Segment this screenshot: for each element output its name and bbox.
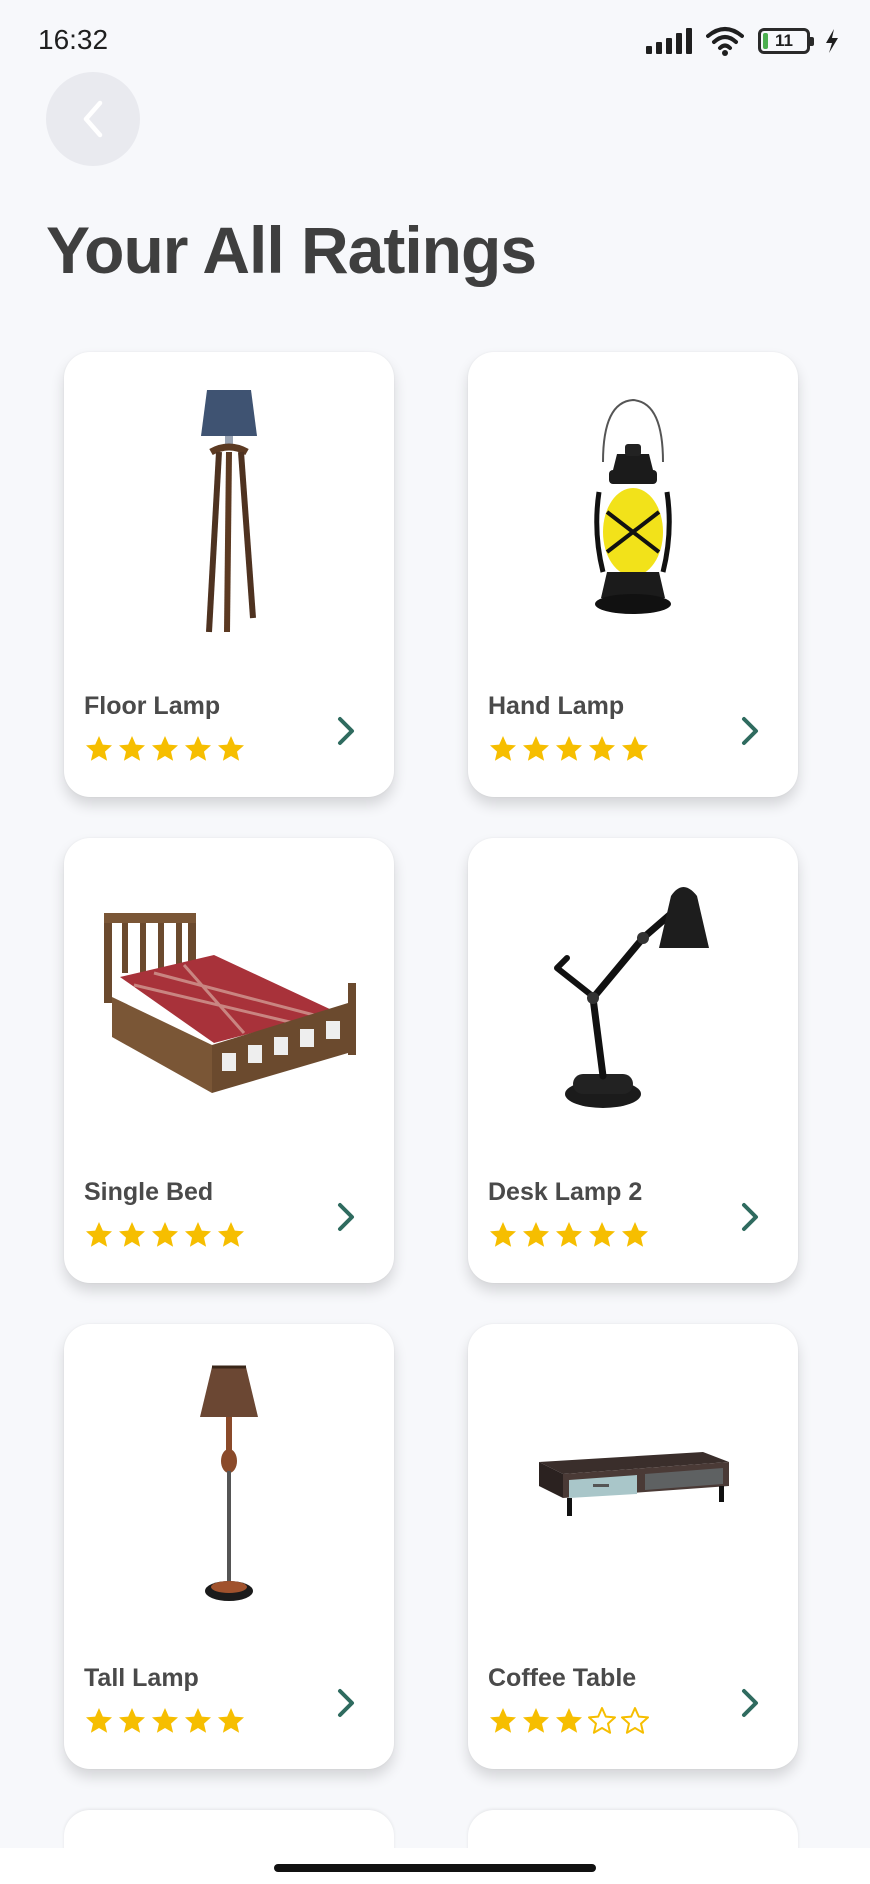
star-filled-icon <box>218 1222 244 1247</box>
star-filled-icon <box>86 1222 112 1247</box>
single-bed-image <box>64 838 394 1158</box>
star-filled-icon <box>86 1708 112 1733</box>
home-indicator[interactable] <box>274 1864 596 1872</box>
star-filled-icon <box>185 1708 211 1733</box>
star-filled-icon <box>490 1222 516 1247</box>
product-card-single-bed[interactable]: Single Bed <box>64 838 394 1283</box>
star-filled-icon <box>218 1708 244 1733</box>
star-filled-icon <box>185 1222 211 1247</box>
star-filled-icon <box>490 1708 516 1733</box>
signal-icon <box>646 28 692 54</box>
desk-lamp-image <box>468 838 798 1158</box>
star-filled-icon <box>86 736 112 761</box>
status-icons: 11 <box>646 24 840 58</box>
charging-icon <box>826 29 838 53</box>
star-filled-icon <box>119 1222 145 1247</box>
chevron-right-icon[interactable] <box>332 1686 360 1720</box>
chevron-right-icon[interactable] <box>736 1686 764 1720</box>
product-card-tall-lamp[interactable]: Tall Lamp <box>64 1324 394 1769</box>
back-button[interactable] <box>46 72 140 166</box>
star-empty-icon <box>621 1707 649 1734</box>
star-filled-icon <box>119 736 145 761</box>
floor-lamp-image <box>64 352 394 672</box>
status-time: 16:32 <box>38 24 109 55</box>
star-filled-icon <box>152 736 178 761</box>
product-name: Coffee Table <box>488 1664 637 1692</box>
coffee-table-image <box>468 1324 798 1644</box>
chevron-right-icon[interactable] <box>332 1200 360 1234</box>
rating-stars <box>488 1706 650 1736</box>
product-card-desk-lamp-2[interactable]: Desk Lamp 2 <box>468 838 798 1283</box>
battery-level: 11 <box>775 31 793 50</box>
product-card-hand-lamp[interactable]: Hand Lamp <box>468 352 798 797</box>
tall-lamp-image <box>64 1324 394 1644</box>
product-name: Floor Lamp <box>84 692 221 720</box>
star-filled-icon <box>556 1222 582 1247</box>
star-filled-icon <box>490 736 516 761</box>
product-name: Hand Lamp <box>488 692 625 720</box>
star-filled-icon <box>119 1708 145 1733</box>
product-name: Tall Lamp <box>84 1664 199 1692</box>
star-empty-icon <box>588 1707 616 1734</box>
page-title: Your All Ratings <box>46 213 537 287</box>
star-filled-icon <box>185 736 211 761</box>
hand-lamp-image <box>468 352 798 672</box>
star-filled-icon <box>622 1222 648 1247</box>
star-filled-icon <box>152 1708 178 1733</box>
rating-stars <box>488 1220 650 1250</box>
wifi-icon <box>706 27 744 56</box>
product-card-coffee-table[interactable]: Coffee Table <box>468 1324 798 1769</box>
star-filled-icon <box>556 736 582 761</box>
star-filled-icon <box>152 1222 178 1247</box>
rating-stars <box>84 734 246 764</box>
star-filled-icon <box>589 1222 615 1247</box>
star-filled-icon <box>523 1222 549 1247</box>
star-filled-icon <box>218 736 244 761</box>
ratings-screen: 16:32 11 Your All Ratings Floor Lamp Han… <box>0 0 870 1884</box>
rating-stars <box>488 734 650 764</box>
battery-fill <box>763 33 769 49</box>
battery-icon: 11 <box>758 28 814 54</box>
star-filled-icon <box>523 736 549 761</box>
star-filled-icon <box>622 736 648 761</box>
chevron-right-icon[interactable] <box>736 1200 764 1234</box>
rating-stars <box>84 1220 246 1250</box>
product-card-floor-lamp[interactable]: Floor Lamp <box>64 352 394 797</box>
star-filled-icon <box>589 736 615 761</box>
star-filled-icon <box>556 1708 582 1733</box>
rating-stars <box>84 1706 246 1736</box>
chevron-left-icon <box>83 100 103 138</box>
product-name: Single Bed <box>84 1178 214 1206</box>
product-name: Desk Lamp 2 <box>488 1178 643 1206</box>
chevron-right-icon[interactable] <box>332 714 360 748</box>
status-bar: 16:32 11 <box>0 0 870 82</box>
star-filled-icon <box>523 1708 549 1733</box>
chevron-right-icon[interactable] <box>736 714 764 748</box>
